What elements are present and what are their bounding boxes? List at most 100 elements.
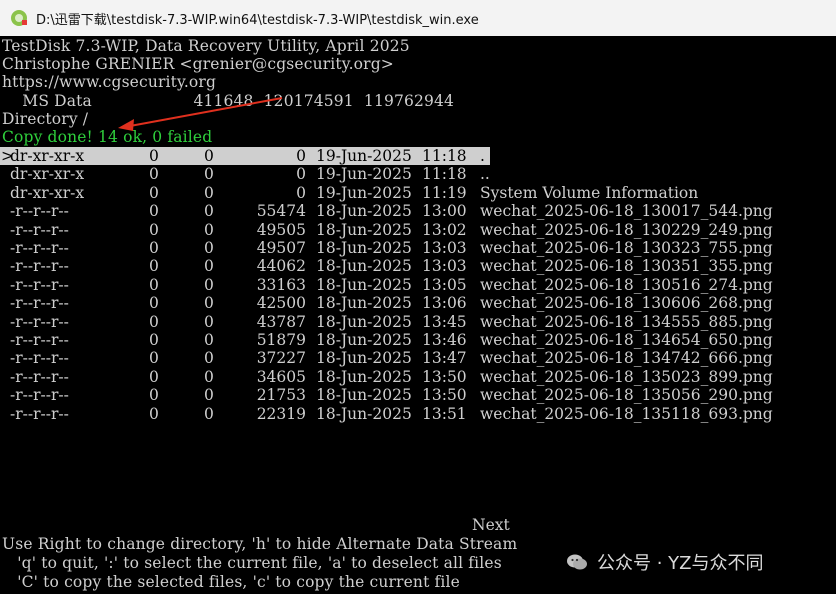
file-row[interactable]: -r--r--r-- 0 0 49505 18-Jun-2025 13:02 wechat_… [0,221,836,239]
file-size: 22319 [256,404,306,423]
file-permissions: -r--r--r-- [10,404,69,423]
file-date: 19-Jun-2025 [316,165,412,184]
file-name: .. [480,165,490,184]
file-row[interactable]: -r--r--r-- 0 0 44062 18-Jun-2025 13:03 wechat_… [0,257,836,275]
file-time: 13:02 [422,220,467,239]
file-row[interactable]: dr-xr-xr-x 0 0 0 19-Jun-2025 11:18.. [0,165,836,183]
file-row[interactable]: -r--r--r-- 0 0 51879 18-Jun-2025 13:46 wechat_… [0,331,836,349]
next-page-link[interactable]: Next [472,516,510,534]
file-date: 18-Jun-2025 [316,367,412,386]
file-row[interactable]: -r--r--r-- 0 0 21753 18-Jun-2025 13:50 wechat_… [0,386,836,404]
file-time: 13:05 [422,275,467,294]
file-gid: 0 [204,220,214,239]
file-gid: 0 [204,165,214,184]
file-name: . [480,147,485,165]
file-date: 19-Jun-2025 [316,147,412,165]
file-size: 21753 [256,386,306,405]
file-uid: 0 [149,312,159,331]
file-permissions: -r--r--r-- [10,367,69,386]
file-date: 19-Jun-2025 [316,183,412,202]
file-time: 13:46 [422,331,467,349]
file-date: 18-Jun-2025 [316,386,412,405]
help-line-2: 'q' to quit, ':' to select the current f… [2,554,502,572]
file-gid: 0 [204,386,214,405]
terminal-area[interactable]: TestDisk 7.3-WIP, Data Recovery Utility,… [0,36,836,594]
file-date: 18-Jun-2025 [316,294,412,313]
file-gid: 0 [204,312,214,331]
file-time: 13:45 [422,312,467,331]
file-date: 18-Jun-2025 [316,312,412,331]
file-row[interactable]: -r--r--r-- 0 0 42500 18-Jun-2025 13:06 wechat_… [0,294,836,312]
file-permissions: -r--r--r-- [10,275,69,294]
file-name: System Volume Information [480,183,699,202]
file-row[interactable]: > dr-xr-xr-x 0 0 0 19-Jun-2025 11:18. [0,147,836,165]
file-time: 13:51 [422,404,467,423]
file-size: 33163 [256,275,306,294]
file-gid: 0 [204,349,214,368]
file-date: 18-Jun-2025 [316,220,412,239]
file-uid: 0 [149,220,159,239]
watermark-text: 公众号 · YZ与众不同 [597,553,764,574]
file-time: 13:50 [422,386,467,405]
file-time: 13:03 [422,257,467,276]
file-size: 0 [296,183,306,202]
file-permissions: -r--r--r-- [10,294,69,313]
file-row[interactable]: -r--r--r-- 0 0 37227 18-Jun-2025 13:47 wechat_… [0,349,836,367]
file-date: 18-Jun-2025 [316,202,412,221]
file-date: 18-Jun-2025 [316,331,412,349]
file-name: wechat_2025-06-18_130017_544.png [480,202,773,221]
file-row[interactable]: dr-xr-xr-x 0 0 0 19-Jun-2025 11:19 System Volu… [0,184,836,202]
title-bar[interactable]: D:\迅雷下载\testdisk-7.3-WIP.win64\testdisk-… [0,0,836,37]
header-url-line: https://www.cgsecurity.org [2,73,217,91]
file-date: 18-Jun-2025 [316,257,412,276]
file-size: 55474 [256,202,306,221]
testdisk-app-icon [11,10,27,26]
file-gid: 0 [204,275,214,294]
partition-info-line: MS Data 411648 120174591 119762944 [2,92,455,110]
file-name: wechat_2025-06-18_135023_899.png [480,367,773,386]
file-row[interactable]: -r--r--r-- 0 0 49507 18-Jun-2025 13:03 wechat_… [0,239,836,257]
directory-path-line: Directory / [2,110,89,128]
file-row[interactable]: -r--r--r-- 0 0 22319 18-Jun-2025 13:51 wechat_… [0,405,836,423]
file-name: wechat_2025-06-18_130516_274.png [480,275,773,294]
file-name: wechat_2025-06-18_134654_650.png [480,331,773,349]
file-date: 18-Jun-2025 [316,349,412,368]
file-permissions: -r--r--r-- [10,349,69,368]
file-permissions: -r--r--r-- [10,202,69,221]
file-permissions: -r--r--r-- [10,331,69,349]
file-size: 0 [296,165,306,184]
file-time: 13:00 [422,202,467,221]
file-uid: 0 [149,294,159,313]
header-title-line: TestDisk 7.3-WIP, Data Recovery Utility,… [2,37,410,55]
file-uid: 0 [149,183,159,202]
file-uid: 0 [149,349,159,368]
file-name: wechat_2025-06-18_130229_249.png [480,220,773,239]
window-title: D:\迅雷下载\testdisk-7.3-WIP.win64\testdisk-… [36,12,479,28]
file-row[interactable]: -r--r--r-- 0 0 34605 18-Jun-2025 13:50 wechat_… [0,368,836,386]
file-date: 18-Jun-2025 [316,275,412,294]
file-name: wechat_2025-06-18_130323_755.png [480,239,773,257]
file-uid: 0 [149,386,159,405]
file-size: 0 [296,147,306,165]
file-time: 13:03 [422,239,467,257]
file-row[interactable]: -r--r--r-- 0 0 33163 18-Jun-2025 13:05 wechat_… [0,276,836,294]
file-uid: 0 [149,367,159,386]
console-window: D:\迅雷下载\testdisk-7.3-WIP.win64\testdisk-… [0,0,836,594]
file-size: 51879 [256,331,306,349]
file-uid: 0 [149,275,159,294]
file-row[interactable]: -r--r--r-- 0 0 55474 18-Jun-2025 13:00 wechat_… [0,202,836,220]
file-permissions: dr-xr-xr-x [10,147,85,165]
file-uid: 0 [149,165,159,184]
file-size: 49505 [256,220,306,239]
file-uid: 0 [149,202,159,221]
file-name: wechat_2025-06-18_134555_885.png [480,312,773,331]
file-permissions: -r--r--r-- [10,312,69,331]
file-uid: 0 [149,257,159,276]
file-gid: 0 [204,257,214,276]
file-uid: 0 [149,239,159,257]
wechat-icon [567,554,587,570]
file-size: 37227 [256,349,306,368]
file-row[interactable]: -r--r--r-- 0 0 43787 18-Jun-2025 13:45 wechat_… [0,313,836,331]
file-name: wechat_2025-06-18_130351_355.png [480,257,773,276]
file-gid: 0 [204,183,214,202]
